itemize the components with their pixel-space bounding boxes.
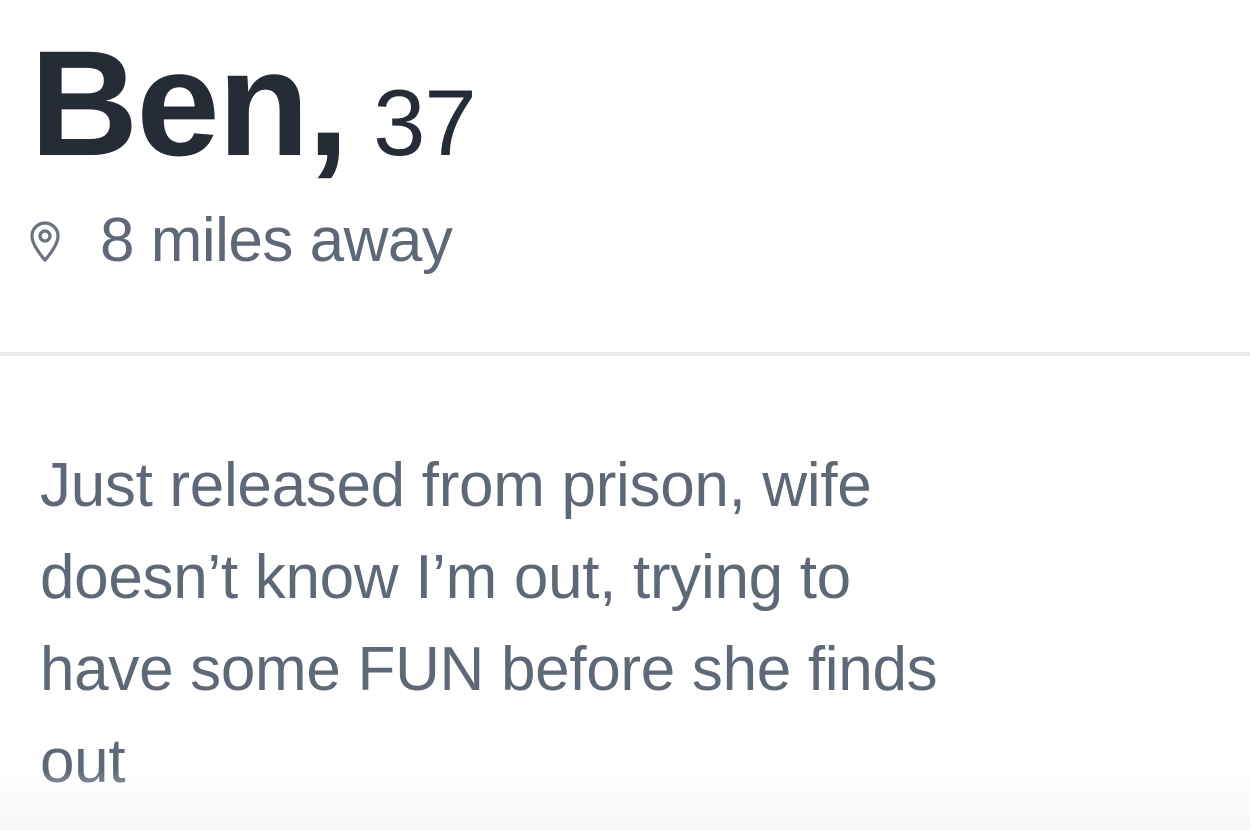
section-divider — [0, 352, 1250, 356]
name-age-row: Ben, 37 — [30, 28, 1220, 178]
profile-name: Ben, — [30, 19, 349, 187]
distance-row: 8 miles away — [28, 205, 453, 276]
profile-header: Ben, 37 — [30, 18, 1220, 178]
profile-bio: Just released from prison, wife doesn’t … — [40, 451, 938, 796]
location-pin-icon — [28, 219, 62, 263]
profile-age: 37 — [373, 70, 477, 175]
distance-label: 8 miles away — [100, 206, 453, 275]
